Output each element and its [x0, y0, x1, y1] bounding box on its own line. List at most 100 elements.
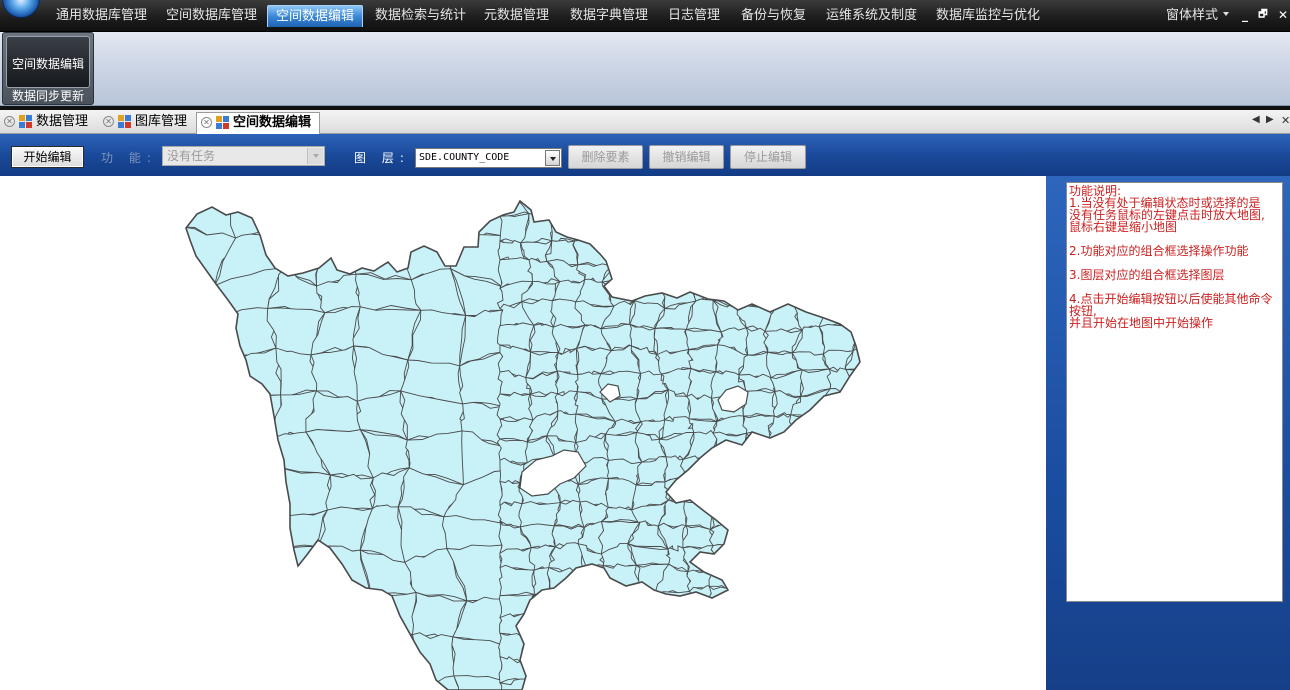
county-polygon[interactable] — [827, 501, 857, 530]
county-polygon[interactable] — [178, 626, 225, 678]
county-polygon[interactable] — [177, 555, 219, 601]
county-polygon[interactable] — [259, 509, 329, 552]
county-polygon[interactable] — [573, 637, 605, 664]
county-polygon[interactable] — [306, 584, 372, 630]
county-polygon[interactable] — [531, 593, 559, 617]
county-polygon[interactable] — [845, 240, 880, 266]
county-polygon[interactable] — [821, 283, 856, 307]
county-polygon[interactable] — [710, 544, 747, 573]
function-select[interactable]: 没有任务 — [162, 146, 325, 166]
county-polygon[interactable] — [846, 677, 881, 690]
county-polygon[interactable] — [634, 217, 660, 244]
county-polygon[interactable] — [325, 473, 376, 511]
county-polygon[interactable] — [818, 193, 857, 221]
tab-close-all-icon[interactable]: ✕ — [1281, 114, 1290, 127]
county-polygon[interactable] — [402, 195, 457, 241]
county-polygon[interactable] — [819, 565, 859, 597]
county-polygon[interactable] — [451, 636, 506, 682]
delete-feature-button[interactable]: 删除要素 — [568, 145, 643, 169]
county-polygon[interactable] — [790, 439, 828, 467]
county-polygon[interactable] — [258, 545, 319, 597]
county-polygon[interactable] — [627, 264, 666, 291]
county-polygon[interactable] — [216, 518, 278, 559]
county-polygon[interactable] — [738, 610, 772, 639]
county-polygon[interactable] — [707, 636, 742, 662]
county-polygon[interactable] — [740, 235, 777, 268]
county-polygon[interactable] — [826, 475, 857, 506]
county-polygon[interactable] — [791, 593, 829, 620]
county-polygon[interactable] — [575, 196, 614, 221]
county-polygon[interactable] — [223, 667, 286, 690]
county-polygon[interactable] — [791, 630, 830, 662]
county-polygon[interactable] — [654, 217, 694, 238]
county-polygon[interactable] — [579, 682, 612, 690]
county-polygon[interactable] — [178, 504, 221, 565]
county-polygon[interactable] — [315, 674, 378, 690]
county-polygon[interactable] — [527, 609, 560, 641]
menu-general-db[interactable]: 通用数据库管理 — [48, 5, 155, 27]
county-polygon[interactable] — [771, 680, 803, 690]
county-polygon[interactable] — [771, 193, 804, 226]
tab-data-management[interactable]: ✕ 数据管理 — [0, 112, 98, 134]
county-polygon[interactable] — [573, 585, 607, 621]
county-polygon[interactable] — [765, 543, 803, 570]
spatial-edit-ribbon-button[interactable]: 空间数据编辑 — [6, 36, 90, 88]
county-polygon[interactable] — [819, 461, 849, 482]
county-polygon[interactable] — [818, 215, 856, 246]
county-polygon[interactable] — [819, 546, 857, 573]
county-polygon[interactable] — [765, 615, 806, 636]
county-polygon[interactable] — [764, 457, 802, 488]
county-polygon[interactable] — [707, 233, 748, 269]
county-polygon[interactable] — [819, 611, 854, 638]
county-polygon[interactable] — [630, 194, 670, 223]
county-polygon[interactable] — [632, 679, 665, 690]
county-polygon[interactable] — [828, 674, 859, 690]
county-polygon[interactable] — [711, 194, 751, 221]
menu-search-stats[interactable]: 数据检索与统计 — [367, 5, 474, 27]
county-polygon[interactable] — [220, 625, 285, 681]
county-polygon[interactable] — [737, 261, 777, 290]
county-polygon[interactable] — [521, 679, 561, 690]
county-polygon[interactable] — [764, 261, 803, 288]
county-polygon[interactable] — [798, 525, 832, 550]
county-polygon[interactable] — [496, 417, 534, 443]
county-polygon[interactable] — [739, 214, 774, 245]
county-polygon[interactable] — [368, 674, 423, 690]
county-polygon[interactable] — [546, 566, 587, 596]
county-polygon[interactable] — [682, 216, 715, 237]
county-polygon[interactable] — [550, 637, 588, 663]
county-polygon[interactable] — [549, 194, 590, 216]
county-polygon[interactable] — [216, 466, 278, 522]
county-polygon[interactable] — [737, 544, 778, 571]
county-polygon[interactable] — [573, 651, 611, 686]
county-polygon[interactable] — [710, 607, 745, 641]
county-polygon[interactable] — [850, 652, 881, 687]
county-polygon[interactable] — [601, 679, 641, 690]
county-polygon[interactable] — [604, 234, 643, 270]
county-polygon[interactable] — [736, 460, 773, 487]
county-polygon[interactable] — [853, 500, 879, 530]
county-polygon[interactable] — [600, 563, 642, 593]
county-polygon[interactable] — [710, 501, 743, 530]
county-polygon[interactable] — [845, 394, 881, 422]
menu-backup[interactable]: 备份与恢复 — [733, 5, 814, 27]
county-polygon[interactable] — [654, 636, 691, 657]
county-polygon[interactable] — [797, 613, 827, 637]
menu-metadata[interactable]: 元数据管理 — [476, 5, 557, 27]
county-polygon[interactable] — [707, 262, 743, 291]
county-polygon[interactable] — [553, 651, 583, 687]
chevron-down-icon[interactable] — [1223, 12, 1229, 16]
county-polygon[interactable] — [791, 654, 832, 687]
county-polygon[interactable] — [823, 588, 859, 616]
app-orb-button[interactable] — [2, 0, 40, 18]
county-polygon[interactable] — [496, 391, 534, 421]
county-polygon[interactable] — [735, 587, 778, 617]
county-polygon[interactable] — [686, 258, 716, 290]
minimize-icon[interactable]: _ — [1239, 9, 1251, 21]
county-polygon[interactable] — [846, 611, 878, 640]
county-polygon[interactable] — [307, 196, 359, 240]
county-polygon[interactable] — [550, 588, 587, 618]
tab-scroll-right-icon[interactable]: ▶ — [1266, 114, 1274, 125]
county-polygon[interactable] — [719, 456, 751, 479]
county-polygon[interactable] — [178, 666, 234, 690]
